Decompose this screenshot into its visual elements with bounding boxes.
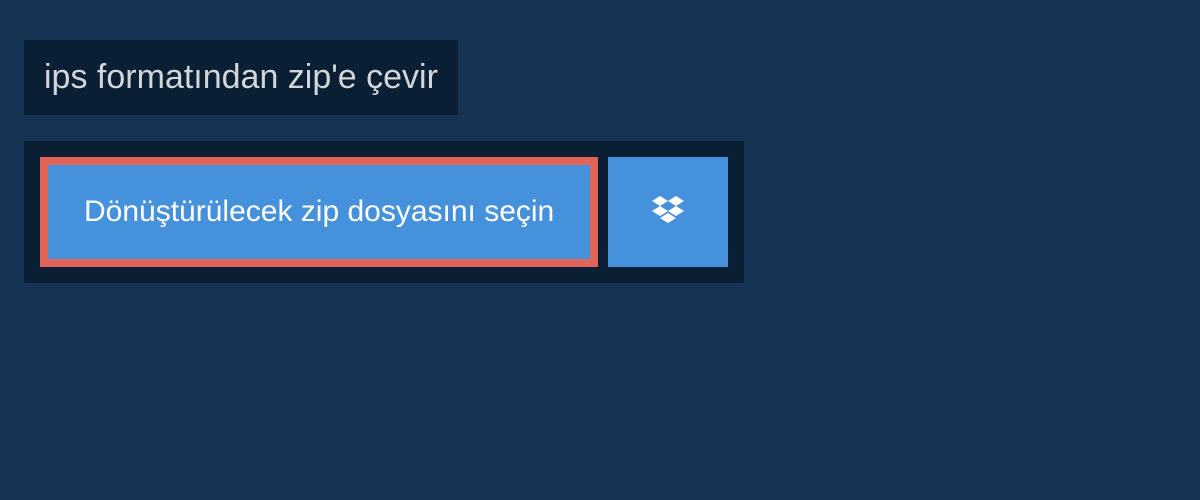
select-file-button-label: Dönüştürülecek zip dosyasını seçin bbox=[84, 195, 554, 228]
page-title: ips formatından zip'e çevir bbox=[44, 58, 438, 96]
dropbox-icon bbox=[648, 192, 688, 232]
upload-button-row: Dönüştürülecek zip dosyasını seçin bbox=[24, 141, 744, 283]
select-file-button[interactable]: Dönüştürülecek zip dosyasını seçin bbox=[40, 157, 598, 267]
title-bar: ips formatından zip'e çevir bbox=[24, 40, 458, 115]
converter-panel: ips formatından zip'e çevir Dönüştürülec… bbox=[0, 0, 1200, 323]
dropbox-button[interactable] bbox=[608, 157, 728, 267]
